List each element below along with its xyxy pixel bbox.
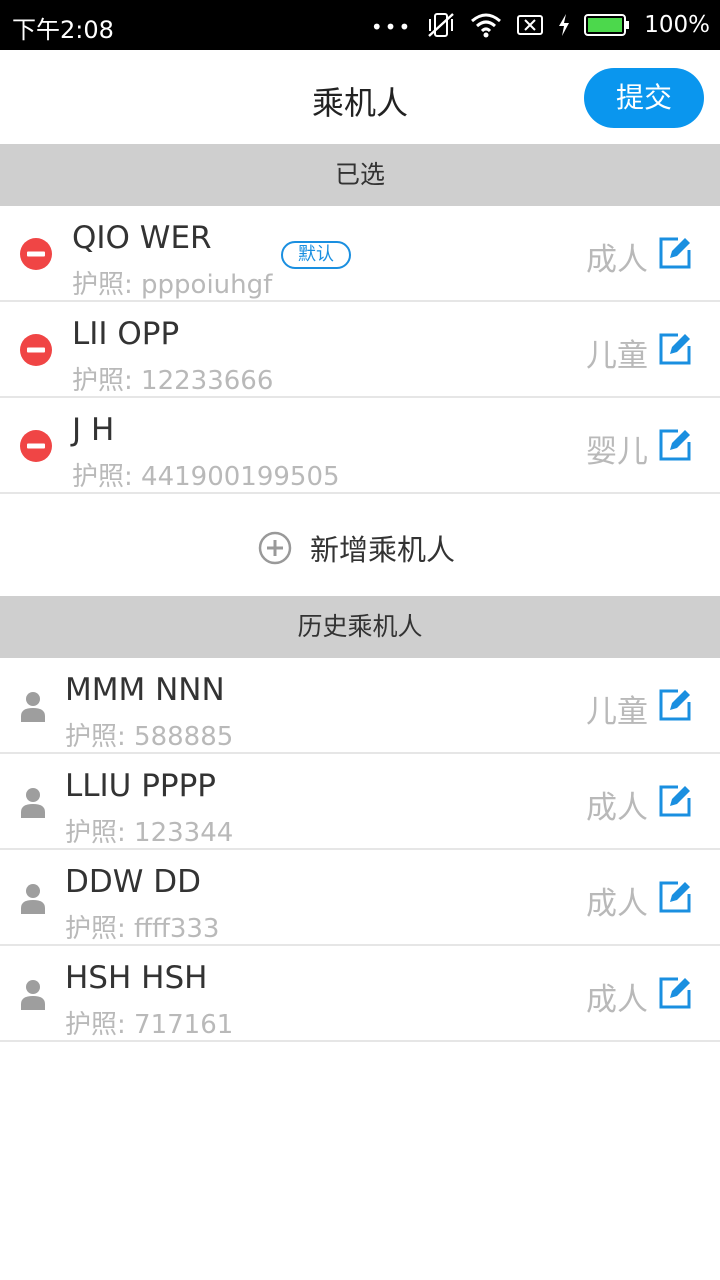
vibrate-off-icon <box>428 13 455 37</box>
history-section-header: 历史乘机人 <box>0 596 720 658</box>
battery-icon <box>584 14 630 36</box>
passenger-name: DDW DD <box>65 864 201 900</box>
passenger-passport: 护照: 588885 <box>65 722 234 752</box>
edit-icon[interactable] <box>658 236 692 270</box>
person-icon <box>21 980 45 1010</box>
passenger-name: J H <box>72 412 115 448</box>
status-time: 下午2:08 <box>12 16 114 44</box>
title-bar: 乘机人 提交 <box>0 50 720 144</box>
passenger-name: LLIU PPPP <box>65 768 217 804</box>
history-passenger-row[interactable]: DDW DD 护照: ffff333 成人 <box>0 850 720 946</box>
status-icons: ••• 100% <box>371 0 710 50</box>
passenger-passport: 护照: 12233666 <box>72 366 274 396</box>
passenger-name: LII OPP <box>72 316 180 352</box>
passenger-passport: 护照: 123344 <box>65 818 234 848</box>
edit-icon[interactable] <box>658 688 692 722</box>
passenger-passport: 护照: ffff333 <box>65 914 220 944</box>
charging-icon <box>559 14 570 36</box>
edit-icon[interactable] <box>658 428 692 462</box>
passenger-type: 儿童 <box>586 338 648 374</box>
add-passenger-button[interactable]: 新增乘机人 <box>258 527 455 569</box>
passenger-passport: 护照: 441900199505 <box>72 462 340 492</box>
remove-circle-icon[interactable] <box>20 334 52 366</box>
person-icon <box>21 788 45 818</box>
wifi-icon <box>471 13 502 38</box>
remove-circle-icon[interactable] <box>20 430 52 462</box>
passenger-type: 成人 <box>586 982 648 1018</box>
passenger-type: 儿童 <box>586 694 648 730</box>
edit-icon[interactable] <box>658 880 692 914</box>
edit-icon[interactable] <box>658 332 692 366</box>
selected-passenger-row[interactable]: J H 护照: 441900199505 婴儿 <box>0 398 720 494</box>
no-sim-icon <box>517 15 544 35</box>
submit-button[interactable]: 提交 <box>584 68 704 128</box>
battery-percent: 100% <box>644 12 710 38</box>
passenger-type: 成人 <box>586 242 648 278</box>
add-passenger-label: 新增乘机人 <box>310 533 456 567</box>
passenger-name: MMM NNN <box>65 672 225 708</box>
person-icon <box>21 692 45 722</box>
person-icon <box>21 884 45 914</box>
status-bar: 下午2:08 ••• 100% <box>0 0 720 50</box>
passenger-type: 成人 <box>586 790 648 826</box>
passenger-type: 成人 <box>586 886 648 922</box>
passenger-name: QIO WER <box>72 220 212 256</box>
passenger-passport: 护照: 717161 <box>65 1010 234 1040</box>
default-badge: 默认 <box>281 241 351 269</box>
edit-icon[interactable] <box>658 784 692 818</box>
remove-circle-icon[interactable] <box>20 238 52 270</box>
edit-icon[interactable] <box>658 976 692 1010</box>
selected-passenger-row[interactable]: QIO WER 默认 护照: pppoiuhgf 成人 <box>0 206 720 302</box>
history-passenger-row[interactable]: MMM NNN 护照: 588885 儿童 <box>0 658 720 754</box>
notification-dots-icon: ••• <box>370 15 413 39</box>
history-passenger-row[interactable]: HSH HSH 护照: 717161 成人 <box>0 946 720 1042</box>
passenger-type: 婴儿 <box>586 434 648 470</box>
history-passenger-row[interactable]: LLIU PPPP 护照: 123344 成人 <box>0 754 720 850</box>
selected-section-header: 已选 <box>0 144 720 206</box>
selected-passenger-row[interactable]: LII OPP 护照: 12233666 儿童 <box>0 302 720 398</box>
passenger-name: HSH HSH <box>65 960 208 996</box>
add-circle-icon <box>258 531 292 565</box>
passenger-passport: 护照: pppoiuhgf <box>72 270 273 300</box>
add-passenger-row[interactable]: 新增乘机人 <box>0 494 720 596</box>
